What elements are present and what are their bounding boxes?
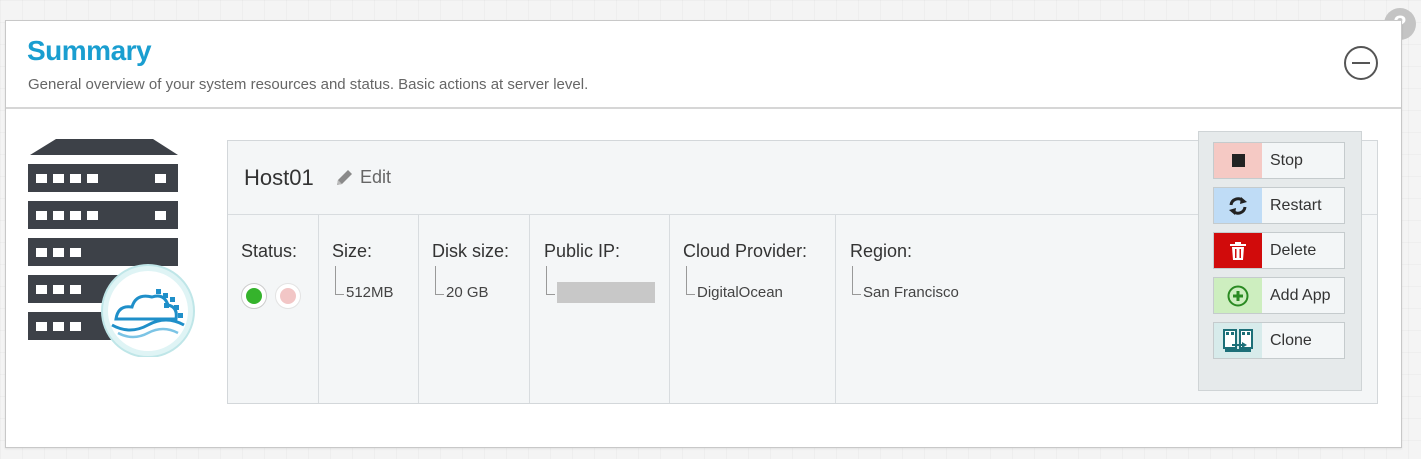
- clone-label: Clone: [1270, 331, 1312, 349]
- panel-subtitle: General overview of your system resource…: [28, 76, 589, 93]
- clone-icon: [1214, 323, 1262, 358]
- region-value: San Francisco: [863, 284, 959, 301]
- server-actions-panel: Stop Restart Delete Add App Clone: [1198, 131, 1362, 391]
- disk-size-label: Disk size:: [432, 241, 510, 261]
- panel-header: Summary General overview of your system …: [6, 21, 1401, 109]
- stop-icon: [1214, 143, 1262, 178]
- restart-label: Restart: [1270, 196, 1322, 214]
- host-name: Host01: [244, 165, 314, 190]
- add-app-label: Add App: [1270, 286, 1331, 304]
- disk-size-column: Disk size: 20 GB: [419, 215, 530, 403]
- add-icon: [1214, 278, 1262, 313]
- edit-label: Edit: [360, 167, 392, 187]
- status-label: Status:: [241, 241, 298, 261]
- delete-button[interactable]: Delete: [1213, 232, 1345, 269]
- status-stopped-indicator[interactable]: [275, 283, 301, 309]
- stop-label: Stop: [1270, 151, 1303, 169]
- minus-icon: [1352, 62, 1370, 64]
- status-column: Status:: [228, 215, 319, 403]
- clone-button[interactable]: Clone: [1213, 322, 1345, 359]
- panel-title: Summary: [27, 35, 152, 66]
- collapse-button[interactable]: [1344, 46, 1378, 80]
- server-cloud-illustration: [28, 137, 208, 358]
- region-column: Region: San Francisco: [836, 215, 1186, 403]
- size-column: Size: 512MB: [319, 215, 419, 403]
- add-app-button[interactable]: Add App: [1213, 277, 1345, 314]
- restart-icon: [1214, 188, 1262, 223]
- pencil-icon: [337, 169, 352, 185]
- status-running-indicator[interactable]: [241, 283, 267, 309]
- cloud-provider-column: Cloud Provider: DigitalOcean: [670, 215, 836, 403]
- cloud-provider-value: DigitalOcean: [697, 284, 783, 301]
- size-value: 512MB: [346, 284, 394, 301]
- region-label: Region:: [850, 241, 913, 261]
- summary-panel: Summary General overview of your system …: [5, 20, 1402, 448]
- public-ip-column: Public IP:: [530, 215, 670, 403]
- disk-size-value: 20 GB: [446, 284, 489, 301]
- public-ip-redacted: [557, 282, 655, 303]
- edit-link[interactable]: Edit: [334, 167, 391, 188]
- stop-button[interactable]: Stop: [1213, 142, 1345, 179]
- cloud-provider-label: Cloud Provider:: [683, 241, 808, 261]
- delete-label: Delete: [1270, 241, 1317, 259]
- trash-icon: [1214, 233, 1262, 268]
- restart-button[interactable]: Restart: [1213, 187, 1345, 224]
- size-label: Size:: [332, 241, 373, 261]
- public-ip-label: Public IP:: [544, 241, 621, 261]
